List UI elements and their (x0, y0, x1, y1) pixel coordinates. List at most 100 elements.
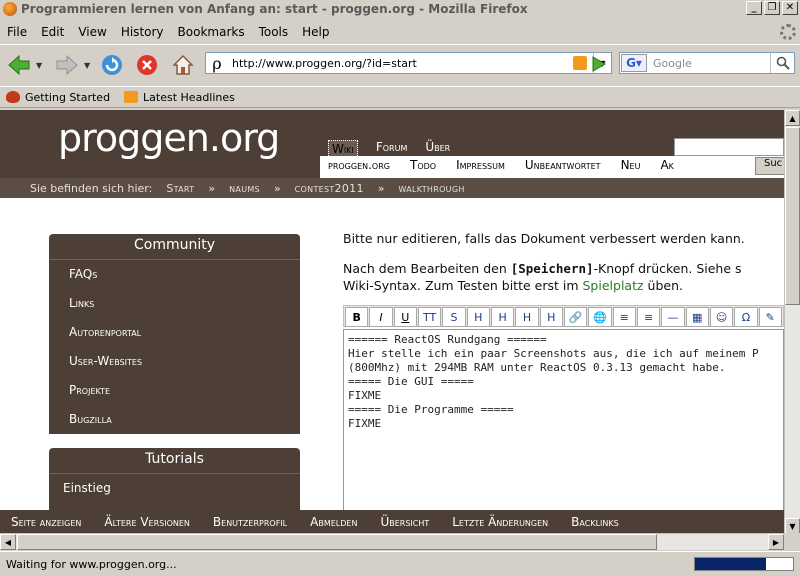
sidebar-item-projekte[interactable]: Projekte (49, 376, 300, 405)
sidebar-item-bugzilla[interactable]: Bugzilla (49, 405, 300, 434)
sidebar-item-einstieg[interactable]: Einstieg (49, 474, 300, 503)
breadcrumb-naums[interactable]: naums (229, 182, 260, 195)
reload-button[interactable] (99, 52, 125, 78)
site-logo[interactable]: proggen.org (58, 116, 280, 160)
google-engine-icon[interactable]: G▾ (621, 54, 647, 72)
search-button[interactable] (770, 53, 794, 73)
scrollbar-corner (784, 533, 800, 550)
firefox-bookmark-icon (6, 91, 20, 103)
menu-edit[interactable]: Edit (34, 25, 71, 39)
scroll-up-arrow-icon[interactable]: ▲ (785, 110, 800, 126)
sidebar-item-user-websites[interactable]: User-Websites (49, 347, 300, 376)
editor-line: ===== Die Programme ===== (348, 403, 514, 416)
image-button[interactable]: ▦ (685, 307, 709, 327)
special-chars-button[interactable]: Ω (734, 307, 758, 327)
sidebar-item-links[interactable]: Links (49, 289, 300, 318)
loading-progress-fill (695, 558, 766, 570)
breadcrumb-start[interactable]: Start (166, 182, 194, 195)
heading-higher-button[interactable]: H (515, 307, 539, 327)
horizontal-scroll-thumb[interactable] (17, 534, 657, 550)
scroll-right-arrow-icon[interactable]: ▶ (768, 534, 784, 550)
editor-line: Hier stelle ich ein paar Screenshots aus… (348, 347, 759, 360)
nav-impressum[interactable]: Impressum (456, 158, 505, 172)
nav-neu[interactable]: Neu (621, 158, 641, 172)
horizontal-rule-button[interactable]: — (661, 307, 685, 327)
site-search-input[interactable] (674, 138, 784, 156)
vertical-scrollbar[interactable]: ▲ ▼ (784, 110, 800, 534)
smiley-button[interactable]: ☺ (709, 307, 734, 327)
sidebar-item-autorenportal[interactable]: Autorenportal (49, 318, 300, 347)
nav-aktuell[interactable]: Ak (660, 158, 673, 172)
close-button[interactable]: ✕ (782, 1, 798, 15)
action-backlinks[interactable]: Backlinks (571, 515, 619, 529)
stop-button[interactable] (134, 52, 160, 78)
site-search-button[interactable]: Suc (755, 157, 784, 175)
sidebar-item-faqs[interactable]: FAQs (49, 260, 300, 289)
breadcrumb-contest2011[interactable]: contest2011 (295, 182, 364, 195)
search-box[interactable]: G▾ Google (619, 52, 795, 74)
url-bar[interactable]: ρ http://www.proggen.org/?id=start ▼ (205, 52, 612, 74)
heading-same-button[interactable]: H (466, 307, 490, 327)
horizontal-scrollbar[interactable]: ◀ ▶ (0, 533, 784, 550)
action-uebersicht[interactable]: Übersicht (380, 515, 429, 529)
maximize-button[interactable]: ❐ (764, 1, 780, 15)
italic-icon: I (379, 310, 383, 324)
bold-button[interactable]: B (345, 307, 369, 327)
heading-lower-button[interactable]: H (490, 307, 515, 327)
action-letzte-aenderungen[interactable]: Letzte Änderungen (452, 515, 548, 529)
forward-history-dropdown[interactable]: ▼ (84, 52, 90, 78)
signature-button[interactable]: ✎ (758, 307, 782, 327)
forward-button[interactable] (52, 52, 82, 78)
menu-bookmarks[interactable]: Bookmarks (171, 25, 252, 39)
strikethrough-button[interactable]: S (442, 307, 466, 327)
spielplatz-link[interactable]: Spielplatz (583, 278, 644, 293)
status-bar: Waiting for www.proggen.org... (0, 551, 800, 576)
tutorials-box: Tutorials Einstieg (49, 448, 300, 510)
external-link-button[interactable]: 🌐 (588, 307, 612, 327)
ordered-list-button[interactable]: ≡ (612, 307, 636, 327)
internal-link-button[interactable]: 🔗 (563, 307, 588, 327)
scroll-down-arrow-icon[interactable]: ▼ (785, 518, 800, 534)
home-button[interactable] (170, 52, 196, 78)
breadcrumb-walkthrough[interactable]: walkthrough (398, 182, 464, 195)
wiki-editor-textarea[interactable]: ====== ReactOS Rundgang ====== Hier stell… (343, 329, 784, 510)
menu-history[interactable]: History (114, 25, 171, 39)
go-button[interactable] (589, 55, 609, 73)
unordered-list-button[interactable]: ≡ (636, 307, 661, 327)
action-benutzerprofil[interactable]: Benutzerprofil (213, 515, 287, 529)
bookmark-latest-headlines[interactable]: Latest Headlines (124, 91, 235, 104)
nav-todo[interactable]: Todo (410, 158, 436, 172)
vertical-scroll-thumb[interactable] (785, 127, 800, 305)
nav-proggen[interactable]: proggen.org (328, 158, 390, 172)
back-button[interactable] (4, 52, 34, 78)
rss-feed-icon[interactable] (573, 56, 587, 70)
italic-button[interactable]: I (369, 307, 393, 327)
minimize-button[interactable]: _ (746, 1, 762, 15)
save-instructions-text: -Knopf drücken. Siehe s (593, 261, 742, 276)
action-aeltere-versionen[interactable]: Ältere Versionen (104, 515, 190, 529)
save-instructions: Nach dem Bearbeiten den [Speichern]-Knop… (343, 261, 742, 276)
rss-icon (124, 91, 139, 103)
menu-view[interactable]: View (71, 25, 113, 39)
action-abmelden[interactable]: Abmelden (310, 515, 357, 529)
menu-tools[interactable]: Tools (252, 25, 296, 39)
editor-line: ===== Die GUI ===== (348, 375, 474, 388)
bookmark-label: Getting Started (25, 90, 111, 104)
scroll-left-arrow-icon[interactable]: ◀ (0, 534, 16, 550)
heading-select-button[interactable]: H (539, 307, 563, 327)
menu-file[interactable]: File (0, 25, 34, 39)
menu-help[interactable]: Help (295, 25, 336, 39)
underline-button[interactable]: U (393, 307, 417, 327)
url-text: http://www.proggen.org/?id=start (232, 56, 417, 70)
nav-unbeantwortet[interactable]: Unbeantwortet (525, 158, 601, 172)
bold-icon: B (352, 310, 361, 324)
syntax-instructions-text: üben. (643, 278, 683, 293)
underline-icon: U (401, 310, 410, 324)
back-history-dropdown[interactable]: ▼ (36, 52, 42, 78)
syntax-instructions: Wiki-Syntax. Zum Testen bitte erst im Sp… (343, 278, 683, 293)
breadcrumb: Sie befinden sich hier: Start » naums » … (0, 178, 784, 198)
bookmark-getting-started[interactable]: Getting Started (6, 91, 110, 104)
action-seite-anzeigen[interactable]: Seite anzeigen (11, 515, 81, 529)
monospace-button[interactable]: TT (417, 307, 442, 327)
editor-toolbar: B I U TT S H H H H 🔗 🌐 ≡ ≡ — ▦ ☺ Ω ✎ (343, 305, 784, 327)
